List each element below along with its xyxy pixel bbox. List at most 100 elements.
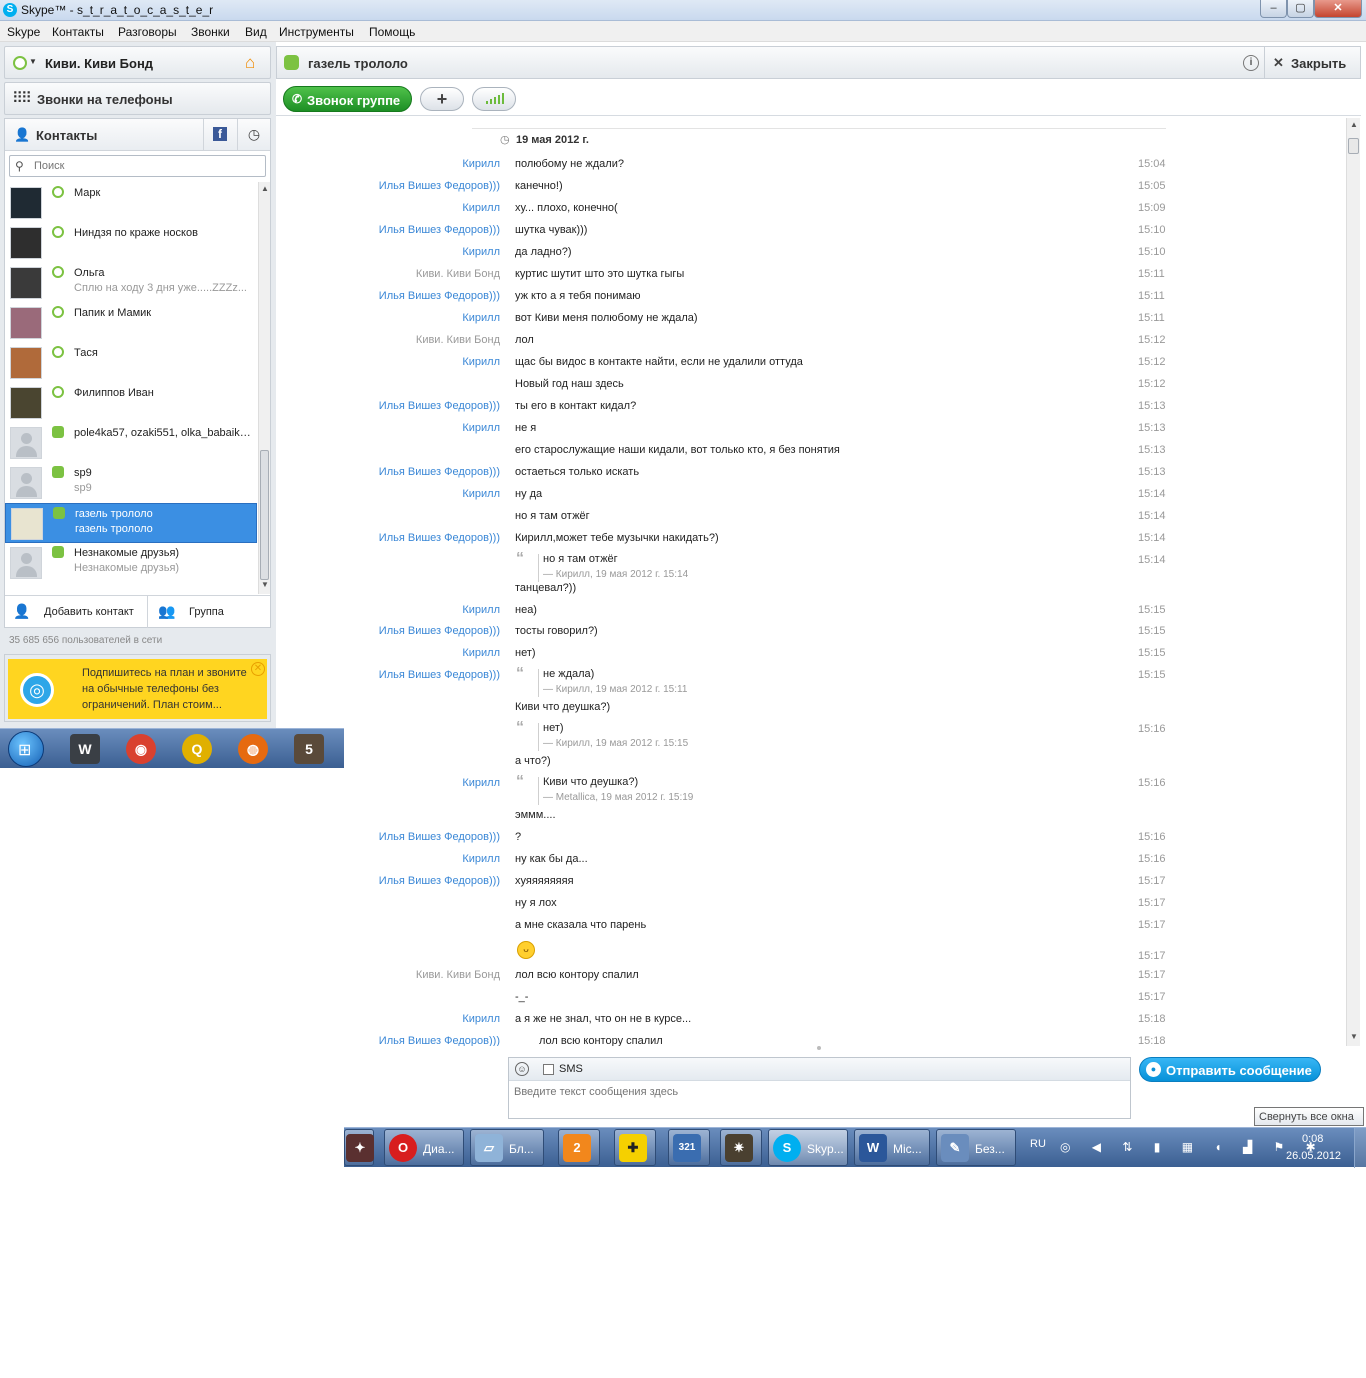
chevron-down-icon[interactable]: ▼ [29, 57, 37, 66]
taskbar-item-plus[interactable]: ✚ [614, 1129, 656, 1166]
start-button[interactable]: ⊞ [8, 731, 44, 767]
profile-name[interactable]: Киви. Киви Бонд [45, 56, 153, 71]
message-sender[interactable]: Илья Вишез Федоров))) [379, 831, 500, 843]
tab-contacts[interactable]: Контакты [36, 128, 97, 143]
message-sender[interactable]: Илья Вишез Федоров))) [379, 466, 500, 478]
menu-conversations[interactable]: Разговоры [118, 25, 177, 39]
taskbar-item-game[interactable]: ✦ [344, 1129, 374, 1166]
message-sender[interactable]: Илья Вишез Федоров))) [379, 532, 500, 544]
contact-item-group-chat[interactable]: pole4ka57, ozaki551, olka_babaika... [5, 423, 257, 463]
tab-facebook[interactable]: f [203, 119, 235, 150]
message-sender[interactable]: Кирилл [462, 1013, 500, 1025]
message-sender[interactable]: Илья Вишез Федоров))) [379, 180, 500, 192]
message-input[interactable] [514, 1086, 1124, 1114]
message-sender[interactable]: Киви. Киви Бонд [416, 268, 500, 280]
message-sender[interactable]: Кирилл [462, 647, 500, 659]
chrome-icon[interactable]: ◉ [126, 734, 156, 764]
taskbar-item-paint[interactable]: ✎ Без... [936, 1129, 1016, 1166]
promo-text[interactable]: Подпишитесь на план и звоните на обычные… [82, 665, 254, 713]
message-sender[interactable]: Кирилл [462, 604, 500, 616]
emoticon-icon[interactable]: ☺ [515, 1062, 529, 1076]
contact-item-parents[interactable]: Папик и Мамик [5, 303, 257, 343]
qip-icon[interactable]: Q [182, 734, 212, 764]
add-participant-button[interactable]: + [420, 87, 464, 111]
message-history[interactable]: ◷ 19 мая 2012 г. Кирилл полюбому не ждали… [276, 118, 1348, 1046]
taskbar-item-utility[interactable]: ✷ [720, 1129, 762, 1166]
system-tray-icons[interactable]: ◎ ◀ ⇅ ▮ ▦ ◖ ▟ ⚑ ✱ [1060, 1140, 1325, 1154]
message-sender[interactable]: Илья Вишез Федоров))) [379, 224, 500, 236]
contact-item-sp9[interactable]: sp9 sp9 [5, 463, 257, 503]
search-input[interactable] [34, 159, 260, 173]
contact-item-mark[interactable]: Марк [5, 183, 257, 223]
message-sender[interactable]: Илья Вишез Федоров))) [379, 1035, 500, 1046]
message-sender[interactable]: Илья Вишез Федоров))) [379, 875, 500, 887]
scroll-thumb[interactable] [260, 450, 269, 580]
menu-contacts[interactable]: Контакты [52, 25, 104, 39]
add-contact-button[interactable]: 👤 Добавить контакт [5, 596, 148, 628]
close-icon[interactable]: ✕ [251, 662, 265, 676]
world-of-tanks-icon[interactable]: W [70, 734, 100, 764]
taskbar-item-opera[interactable]: O Диа... [384, 1129, 464, 1166]
message-scrollbar[interactable]: ▲ ▼ [1346, 118, 1360, 1046]
taskbar-item-notepad[interactable]: ▱ Бл... [470, 1129, 544, 1166]
message-sender[interactable]: Киви. Киви Бонд [416, 969, 500, 981]
clock-date[interactable]: 26.05.2012 [1286, 1150, 1341, 1162]
contact-item-gazel[interactable]: газель трололо газель трололо [5, 503, 257, 543]
game-icon[interactable]: 5 [294, 734, 324, 764]
message-sender[interactable]: Кирилл [462, 777, 500, 789]
show-desktop-button[interactable] [1354, 1128, 1366, 1168]
tab-recent[interactable]: ◷ [237, 119, 270, 150]
message-sender[interactable]: Илья Вишез Федоров))) [379, 400, 500, 412]
menu-tools[interactable]: Инструменты [279, 25, 354, 39]
maximize-button[interactable]: ▢ [1287, 0, 1314, 18]
menu-view[interactable]: Вид [245, 25, 267, 39]
profile-bar[interactable]: ▼ Киви. Киви Бонд ⌂ [4, 46, 271, 79]
message-sender[interactable]: Кирилл [462, 422, 500, 434]
message-sender[interactable]: Илья Вишез Федоров))) [379, 290, 500, 302]
conversation-title[interactable]: газель трололо [308, 56, 408, 71]
menu-calls[interactable]: Звонки [191, 25, 230, 39]
message-sender[interactable]: Илья Вишез Федоров))) [379, 669, 500, 681]
message-sender[interactable]: Кирилл [462, 202, 500, 214]
sms-label[interactable]: SMS [559, 1063, 583, 1075]
scroll-down-icon[interactable]: ▼ [260, 580, 270, 592]
contact-item-olga[interactable]: Ольга Сплю на ходу 3 дня уже.....ZZZz... [5, 263, 257, 303]
message-sender[interactable]: Кирилл [462, 853, 500, 865]
resize-handle[interactable] [817, 1046, 821, 1050]
home-icon[interactable]: ⌂ [245, 54, 255, 72]
send-message-button[interactable]: ● Отправить сообщение [1139, 1057, 1321, 1082]
menu-skype[interactable]: Skype [7, 25, 40, 39]
close-conversation-button[interactable]: ✕ Закрыть [1264, 47, 1360, 78]
taskbar-item-2gis[interactable]: 2 [558, 1129, 600, 1166]
scroll-up-icon[interactable]: ▲ [1349, 120, 1359, 132]
message-sender[interactable]: Кирилл [462, 158, 500, 170]
taskbar-item-word[interactable]: W Mic... [854, 1129, 930, 1166]
contact-item-tasya[interactable]: Тася [5, 343, 257, 383]
message-sender[interactable]: Киви. Киви Бонд [416, 334, 500, 346]
status-online-icon[interactable] [13, 56, 27, 70]
contact-item-filippov[interactable]: Филиппов Иван [5, 383, 257, 423]
info-icon[interactable]: i [1243, 55, 1259, 71]
message-sender[interactable]: Кирилл [462, 246, 500, 258]
message-sender[interactable]: Кирилл [462, 356, 500, 368]
minimize-button[interactable]: – [1260, 0, 1287, 18]
scroll-up-icon[interactable]: ▲ [260, 184, 270, 196]
close-window-button[interactable]: ✕ [1314, 0, 1362, 18]
scroll-down-icon[interactable]: ▼ [1349, 1032, 1359, 1044]
contact-item-ninja[interactable]: Ниндзя по краже носков [5, 223, 257, 263]
promo-body[interactable]: ◎ Подпишитесь на план и звоните на обычн… [8, 659, 267, 719]
message-sender[interactable]: Илья Вишез Федоров))) [379, 625, 500, 637]
call-phones-button[interactable]: ⠿⠿ Звонки на телефоны [4, 82, 271, 115]
sms-checkbox[interactable] [543, 1064, 554, 1075]
contact-item-strangers[interactable]: Незнакомые друзья) Незнакомые друзья) [5, 543, 257, 583]
promo-banner[interactable]: ◎ Подпишитесь на план и звоните на обычн… [4, 654, 271, 722]
menu-help[interactable]: Помощь [369, 25, 415, 39]
firefox-icon[interactable]: ◍ [238, 734, 268, 764]
message-sender[interactable]: Кирилл [462, 312, 500, 324]
call-group-button[interactable]: ✆ Звонок группе [283, 86, 412, 112]
message-sender[interactable]: Кирилл [462, 488, 500, 500]
clock-time[interactable]: 0:08 [1302, 1133, 1323, 1145]
taskbar-item-skype[interactable]: S Skyp... [768, 1129, 848, 1166]
language-indicator[interactable]: RU [1030, 1138, 1046, 1150]
call-quality-button[interactable] [472, 87, 516, 111]
